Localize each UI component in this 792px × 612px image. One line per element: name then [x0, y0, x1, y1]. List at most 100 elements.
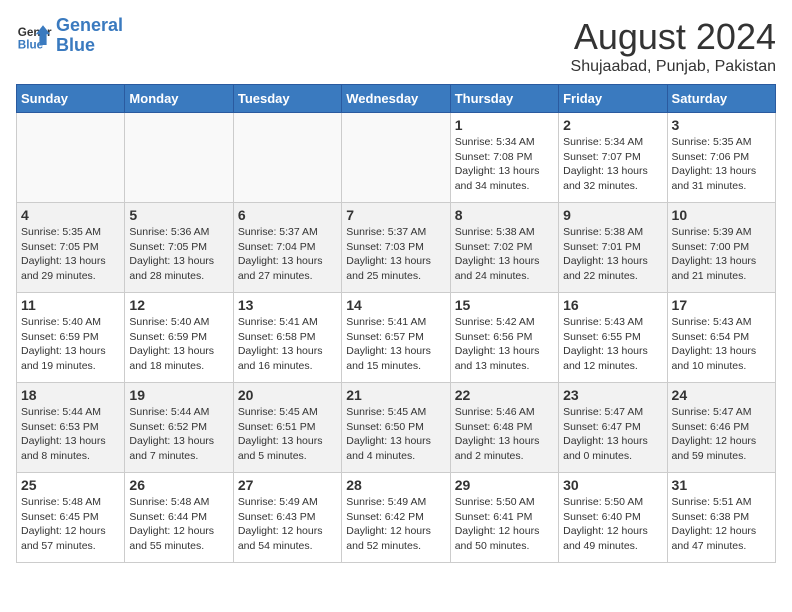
- day-number: 18: [21, 387, 120, 403]
- calendar-day-cell: 24Sunrise: 5:47 AM Sunset: 6:46 PM Dayli…: [667, 383, 775, 473]
- logo-text-line2: Blue: [56, 36, 123, 56]
- day-info: Sunrise: 5:42 AM Sunset: 6:56 PM Dayligh…: [455, 315, 554, 374]
- day-info: Sunrise: 5:37 AM Sunset: 7:03 PM Dayligh…: [346, 225, 445, 284]
- weekday-header: Tuesday: [233, 85, 341, 113]
- calendar-week-row: 1 Sunrise: 5:34 AM Sunset: 7:08 PM Daylig…: [17, 113, 776, 203]
- day-number: 19: [129, 387, 228, 403]
- day-number: 30: [563, 477, 662, 493]
- day-info: Sunrise: 5:51 AM Sunset: 6:38 PM Dayligh…: [672, 495, 771, 554]
- day-number: 21: [346, 387, 445, 403]
- day-info: Sunrise: 5:35 AM Sunset: 7:05 PM Dayligh…: [21, 225, 120, 284]
- calendar-week-row: 4 Sunrise: 5:35 AM Sunset: 7:05 PM Daylig…: [17, 203, 776, 293]
- day-info: Sunrise: 5:43 AM Sunset: 6:54 PM Dayligh…: [672, 315, 771, 374]
- day-number: 13: [238, 297, 337, 313]
- day-info: Sunrise: 5:43 AM Sunset: 6:55 PM Dayligh…: [563, 315, 662, 374]
- calendar-day-cell: [17, 113, 125, 203]
- calendar-day-cell: 19Sunrise: 5:44 AM Sunset: 6:52 PM Dayli…: [125, 383, 233, 473]
- calendar-day-cell: [125, 113, 233, 203]
- calendar-day-cell: 30 Sunrise: 5:50 AM Sunset: 6:40 PM Dayli…: [559, 473, 667, 563]
- day-number: 3: [672, 117, 771, 133]
- day-number: 6: [238, 207, 337, 223]
- calendar-day-cell: 28 Sunrise: 5:49 AM Sunset: 6:42 PM Dayli…: [342, 473, 450, 563]
- calendar-day-cell: 18 Sunrise: 5:44 AM Sunset: 6:53 PM Dayli…: [17, 383, 125, 473]
- page-header: General Blue General Blue August 2024 Sh…: [16, 16, 776, 76]
- calendar-header-row: SundayMondayTuesdayWednesdayThursdayFrid…: [17, 85, 776, 113]
- calendar-day-cell: 14Sunrise: 5:41 AM Sunset: 6:57 PM Dayli…: [342, 293, 450, 383]
- day-number: 23: [563, 387, 662, 403]
- calendar-subtitle: Shujaabad, Punjab, Pakistan: [571, 58, 776, 76]
- calendar-title: August 2024: [571, 16, 776, 58]
- day-number: 5: [129, 207, 228, 223]
- day-info: Sunrise: 5:45 AM Sunset: 6:50 PM Dayligh…: [346, 405, 445, 464]
- day-info: Sunrise: 5:49 AM Sunset: 6:43 PM Dayligh…: [238, 495, 337, 554]
- calendar-day-cell: 26 Sunrise: 5:48 AM Sunset: 6:44 PM Dayli…: [125, 473, 233, 563]
- day-number: 9: [563, 207, 662, 223]
- calendar-day-cell: 15Sunrise: 5:42 AM Sunset: 6:56 PM Dayli…: [450, 293, 558, 383]
- day-number: 12: [129, 297, 228, 313]
- calendar-day-cell: 23 Sunrise: 5:47 AM Sunset: 6:47 PM Dayli…: [559, 383, 667, 473]
- day-info: Sunrise: 5:50 AM Sunset: 6:40 PM Dayligh…: [563, 495, 662, 554]
- weekday-header: Thursday: [450, 85, 558, 113]
- day-info: Sunrise: 5:47 AM Sunset: 6:47 PM Dayligh…: [563, 405, 662, 464]
- day-info: Sunrise: 5:46 AM Sunset: 6:48 PM Dayligh…: [455, 405, 554, 464]
- calendar-day-cell: 29Sunrise: 5:50 AM Sunset: 6:41 PM Dayli…: [450, 473, 558, 563]
- calendar-day-cell: 7 Sunrise: 5:37 AM Sunset: 7:03 PM Daylig…: [342, 203, 450, 293]
- calendar-table: SundayMondayTuesdayWednesdayThursdayFrid…: [16, 84, 776, 563]
- day-info: Sunrise: 5:40 AM Sunset: 6:59 PM Dayligh…: [21, 315, 120, 374]
- calendar-day-cell: 6 Sunrise: 5:37 AM Sunset: 7:04 PM Daylig…: [233, 203, 341, 293]
- title-block: August 2024 Shujaabad, Punjab, Pakistan: [571, 16, 776, 76]
- day-info: Sunrise: 5:38 AM Sunset: 7:01 PM Dayligh…: [563, 225, 662, 284]
- day-info: Sunrise: 5:50 AM Sunset: 6:41 PM Dayligh…: [455, 495, 554, 554]
- day-number: 25: [21, 477, 120, 493]
- calendar-day-cell: 12 Sunrise: 5:40 AM Sunset: 6:59 PM Dayli…: [125, 293, 233, 383]
- day-info: Sunrise: 5:48 AM Sunset: 6:44 PM Dayligh…: [129, 495, 228, 554]
- day-number: 8: [455, 207, 554, 223]
- day-info: Sunrise: 5:49 AM Sunset: 6:42 PM Dayligh…: [346, 495, 445, 554]
- logo-icon: General Blue: [16, 18, 52, 54]
- day-number: 17: [672, 297, 771, 313]
- calendar-week-row: 25 Sunrise: 5:48 AM Sunset: 6:45 PM Dayli…: [17, 473, 776, 563]
- logo: General Blue General Blue: [16, 16, 123, 56]
- day-number: 1: [455, 117, 554, 133]
- calendar-day-cell: 3 Sunrise: 5:35 AM Sunset: 7:06 PM Daylig…: [667, 113, 775, 203]
- day-number: 14: [346, 297, 445, 313]
- day-number: 31: [672, 477, 771, 493]
- day-number: 16: [563, 297, 662, 313]
- calendar-day-cell: [233, 113, 341, 203]
- day-number: 4: [21, 207, 120, 223]
- weekday-header: Monday: [125, 85, 233, 113]
- day-info: Sunrise: 5:44 AM Sunset: 6:53 PM Dayligh…: [21, 405, 120, 464]
- day-info: Sunrise: 5:48 AM Sunset: 6:45 PM Dayligh…: [21, 495, 120, 554]
- calendar-day-cell: 25 Sunrise: 5:48 AM Sunset: 6:45 PM Dayli…: [17, 473, 125, 563]
- day-number: 28: [346, 477, 445, 493]
- calendar-day-cell: 17 Sunrise: 5:43 AM Sunset: 6:54 PM Dayli…: [667, 293, 775, 383]
- day-info: Sunrise: 5:40 AM Sunset: 6:59 PM Dayligh…: [129, 315, 228, 374]
- day-number: 11: [21, 297, 120, 313]
- logo-text-line1: General: [56, 16, 123, 36]
- day-info: Sunrise: 5:41 AM Sunset: 6:58 PM Dayligh…: [238, 315, 337, 374]
- day-number: 10: [672, 207, 771, 223]
- calendar-week-row: 18 Sunrise: 5:44 AM Sunset: 6:53 PM Dayli…: [17, 383, 776, 473]
- calendar-day-cell: 4 Sunrise: 5:35 AM Sunset: 7:05 PM Daylig…: [17, 203, 125, 293]
- calendar-day-cell: 2Sunrise: 5:34 AM Sunset: 7:07 PM Daylig…: [559, 113, 667, 203]
- weekday-header: Sunday: [17, 85, 125, 113]
- calendar-day-cell: [342, 113, 450, 203]
- day-info: Sunrise: 5:34 AM Sunset: 7:08 PM Dayligh…: [455, 135, 554, 194]
- weekday-header: Saturday: [667, 85, 775, 113]
- calendar-week-row: 11 Sunrise: 5:40 AM Sunset: 6:59 PM Dayli…: [17, 293, 776, 383]
- calendar-day-cell: 13 Sunrise: 5:41 AM Sunset: 6:58 PM Dayli…: [233, 293, 341, 383]
- day-number: 22: [455, 387, 554, 403]
- day-number: 26: [129, 477, 228, 493]
- calendar-day-cell: 1 Sunrise: 5:34 AM Sunset: 7:08 PM Daylig…: [450, 113, 558, 203]
- calendar-day-cell: 21 Sunrise: 5:45 AM Sunset: 6:50 PM Dayli…: [342, 383, 450, 473]
- day-number: 7: [346, 207, 445, 223]
- calendar-day-cell: 20Sunrise: 5:45 AM Sunset: 6:51 PM Dayli…: [233, 383, 341, 473]
- day-info: Sunrise: 5:39 AM Sunset: 7:00 PM Dayligh…: [672, 225, 771, 284]
- day-info: Sunrise: 5:38 AM Sunset: 7:02 PM Dayligh…: [455, 225, 554, 284]
- day-number: 27: [238, 477, 337, 493]
- day-number: 20: [238, 387, 337, 403]
- day-info: Sunrise: 5:37 AM Sunset: 7:04 PM Dayligh…: [238, 225, 337, 284]
- day-info: Sunrise: 5:34 AM Sunset: 7:07 PM Dayligh…: [563, 135, 662, 194]
- day-info: Sunrise: 5:35 AM Sunset: 7:06 PM Dayligh…: [672, 135, 771, 194]
- weekday-header: Friday: [559, 85, 667, 113]
